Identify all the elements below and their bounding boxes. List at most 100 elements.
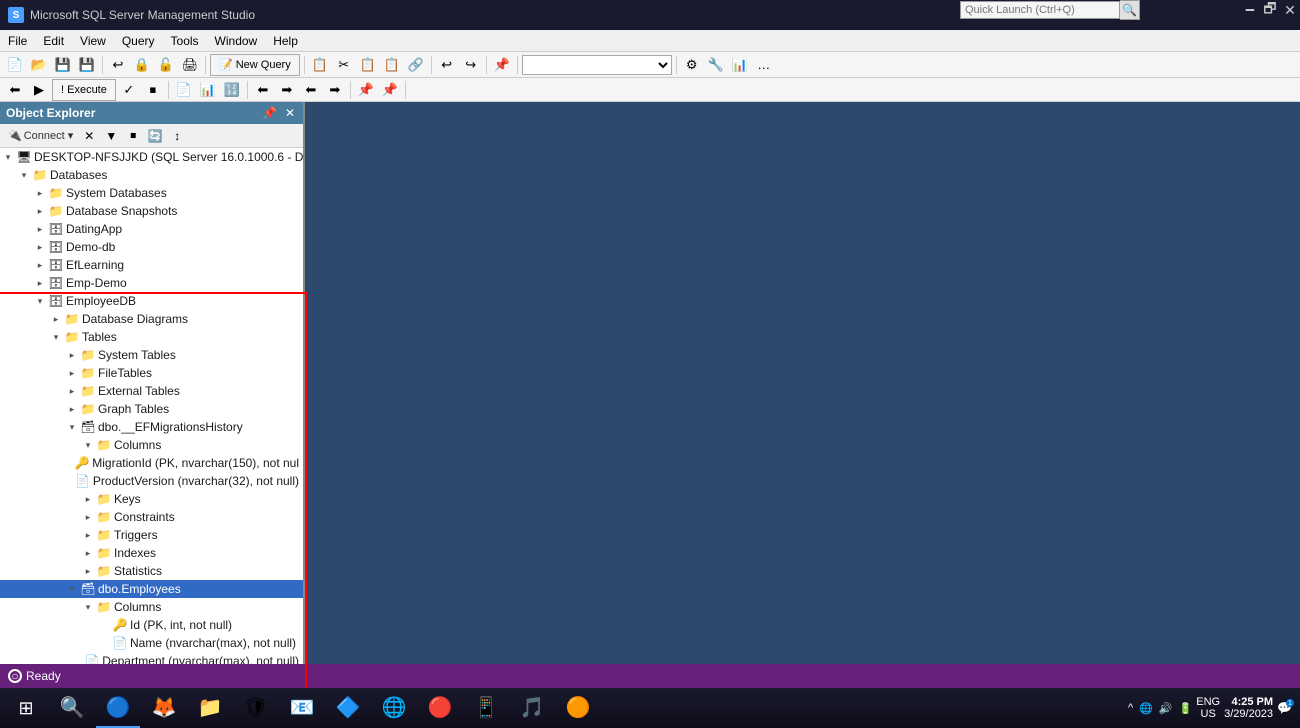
tree-item[interactable]: ▾📁Tables xyxy=(0,328,303,346)
tree-item[interactable]: 🔑Id (PK, int, not null) xyxy=(0,616,303,634)
taskbar-app-explorer[interactable]: 📁 xyxy=(188,688,232,728)
toolbar-btn-11[interactable]: 📋 xyxy=(357,54,379,76)
taskbar-app-music[interactable]: 🎵 xyxy=(510,688,554,728)
tree-expander[interactable]: ▾ xyxy=(80,440,96,451)
sql-toolbar-btn-4[interactable]: ⏹ xyxy=(142,79,164,101)
oe-sync-btn[interactable]: ↕ xyxy=(167,126,187,146)
database-selector[interactable] xyxy=(522,55,672,75)
tree-item[interactable]: ▸📁Statistics xyxy=(0,562,303,580)
oe-refresh-btn[interactable]: 🔄 xyxy=(145,126,165,146)
tree-expander[interactable]: ▾ xyxy=(16,170,32,181)
tree-item[interactable]: 📄ProductVersion (nvarchar(32), not null) xyxy=(0,472,303,490)
start-button[interactable]: ⊞ xyxy=(4,688,48,728)
tree-expander[interactable]: ▸ xyxy=(64,404,80,415)
tree-item[interactable]: ▸🗄DatingApp xyxy=(0,220,303,238)
execute-button[interactable]: ! Execute xyxy=(52,79,116,101)
close-button[interactable]: ✕ xyxy=(1280,3,1300,17)
tree-item[interactable]: ▸📁External Tables xyxy=(0,382,303,400)
tree-item[interactable]: ▸📁FileTables xyxy=(0,364,303,382)
tree-item[interactable]: ▸📁System Databases xyxy=(0,184,303,202)
quick-launch-input[interactable] xyxy=(960,1,1120,19)
tree-expander[interactable]: ▾ xyxy=(64,422,80,433)
tree-expander[interactable]: ▸ xyxy=(32,242,48,253)
taskbar-app-phone[interactable]: 📱 xyxy=(464,688,508,728)
minimize-button[interactable]: 🗕 xyxy=(1240,3,1260,17)
tree-item[interactable]: ▸📁Database Snapshots xyxy=(0,202,303,220)
tree-expander[interactable]: ▸ xyxy=(64,368,80,379)
oe-close-button[interactable]: ✕ xyxy=(283,106,297,120)
toolbar-btn-undo[interactable]: ↩ xyxy=(436,54,458,76)
toolbar-btn-16[interactable]: 🔧 xyxy=(705,54,727,76)
tree-expander[interactable]: ▸ xyxy=(32,224,48,235)
menu-file[interactable]: File xyxy=(0,30,35,51)
tree-item[interactable]: ▸🗄Emp-Demo xyxy=(0,274,303,292)
toolbar-btn-9[interactable]: 📋 xyxy=(309,54,331,76)
taskbar-app-red[interactable]: 🔴 xyxy=(418,688,462,728)
tree-expander[interactable]: ▸ xyxy=(80,494,96,505)
oe-stop-btn[interactable]: ⏹ xyxy=(123,126,143,146)
tree-expander[interactable]: ▾ xyxy=(48,332,64,343)
tree-item[interactable]: 📄Name (nvarchar(max), not null) xyxy=(0,634,303,652)
tree-expander[interactable]: ▸ xyxy=(80,512,96,523)
tree-expander[interactable]: ▸ xyxy=(80,566,96,577)
tree-expander[interactable]: ▸ xyxy=(32,260,48,271)
taskbar-app-vscode[interactable]: 🔷 xyxy=(326,688,370,728)
tree-item[interactable]: ▾📁Columns xyxy=(0,436,303,454)
main-editor-panel[interactable] xyxy=(305,102,1300,680)
taskbar-app-mail[interactable]: 📧 xyxy=(280,688,324,728)
toolbar-btn-18[interactable]: … xyxy=(753,54,775,76)
toolbar-btn-2[interactable]: 📂 xyxy=(28,54,50,76)
toolbar-btn-1[interactable]: 📄 xyxy=(4,54,26,76)
toolbar-btn-redo[interactable]: ↪ xyxy=(460,54,482,76)
menu-tools[interactable]: Tools xyxy=(163,30,207,51)
sql-toolbar-btn-10[interactable]: ⬅ xyxy=(300,79,322,101)
quick-launch-button[interactable]: 🔍 xyxy=(1120,0,1140,20)
toolbar-btn-14[interactable]: 📌 xyxy=(491,54,513,76)
menu-window[interactable]: Window xyxy=(207,30,266,51)
oe-disconnect-btn[interactable]: ✕ xyxy=(79,126,99,146)
sql-toolbar-btn-5[interactable]: 📄 xyxy=(173,79,195,101)
tree-item[interactable]: ▸📁Keys xyxy=(0,490,303,508)
menu-view[interactable]: View xyxy=(72,30,114,51)
tree-item[interactable]: ▸📁System Tables xyxy=(0,346,303,364)
tree-item[interactable]: ▾🖥DESKTOP-NFSJJKD (SQL Server 16.0.1000.… xyxy=(0,148,303,166)
tree-item[interactable]: ▾🗃dbo.Employees xyxy=(0,580,303,598)
toolbar-btn-17[interactable]: 📊 xyxy=(729,54,751,76)
language-indicator[interactable]: ENG US xyxy=(1196,696,1220,720)
tree-expander[interactable]: ▸ xyxy=(80,530,96,541)
taskbar-app-firefox[interactable]: 🦊 xyxy=(142,688,186,728)
tree-expander[interactable]: ▸ xyxy=(64,350,80,361)
toolbar-btn-15[interactable]: ⚙ xyxy=(681,54,703,76)
system-clock[interactable]: 4:25 PM 3/29/2023 xyxy=(1224,696,1273,720)
sql-toolbar-btn-11[interactable]: ➡ xyxy=(324,79,346,101)
sql-toolbar-btn-13[interactable]: 📌 xyxy=(379,79,401,101)
tree-item[interactable]: ▸🗄EfLearning xyxy=(0,256,303,274)
tree-expander[interactable]: ▾ xyxy=(80,602,96,613)
notification-icon[interactable]: 💬 1 xyxy=(1277,701,1292,715)
tree-expander[interactable]: ▸ xyxy=(32,278,48,289)
toolbar-btn-7[interactable]: 🔓 xyxy=(155,54,177,76)
taskbar-app-orange[interactable]: 🟠 xyxy=(556,688,600,728)
toolbar-btn-10[interactable]: ✂ xyxy=(333,54,355,76)
toolbar-btn-3[interactable]: 💾 xyxy=(52,54,74,76)
tree-expander[interactable]: ▾ xyxy=(0,152,16,163)
oe-connect-button[interactable]: 🔌 Connect ▾ xyxy=(4,128,77,143)
toolbar-btn-8[interactable]: 🖨 xyxy=(179,54,201,76)
tree-item[interactable]: 🔑MigrationId (PK, nvarchar(150), not nul xyxy=(0,454,303,472)
sql-toolbar-btn-7[interactable]: 🔢 xyxy=(221,79,243,101)
tree-expander[interactable]: ▸ xyxy=(32,206,48,217)
tree-item[interactable]: ▾📁Databases xyxy=(0,166,303,184)
sql-toolbar-btn-3[interactable]: ✓ xyxy=(118,79,140,101)
sql-toolbar-btn-6[interactable]: 📊 xyxy=(197,79,219,101)
tree-item[interactable]: ▸📁Constraints xyxy=(0,508,303,526)
tree-item[interactable]: ▸📁Graph Tables xyxy=(0,400,303,418)
sql-toolbar-btn-8[interactable]: ⬅ xyxy=(252,79,274,101)
tree-item[interactable]: ▾🗄EmployeeDB xyxy=(0,292,303,310)
menu-edit[interactable]: Edit xyxy=(35,30,72,51)
sql-toolbar-btn-2[interactable]: ▶ xyxy=(28,79,50,101)
taskbar-app-search[interactable]: 🔍 xyxy=(50,688,94,728)
taskbar-app-chrome[interactable]: 🌐 xyxy=(372,688,416,728)
sql-toolbar-btn-1[interactable]: ⬅ xyxy=(4,79,26,101)
tree-item[interactable]: ▸🗄Demo-db xyxy=(0,238,303,256)
menu-help[interactable]: Help xyxy=(265,30,306,51)
